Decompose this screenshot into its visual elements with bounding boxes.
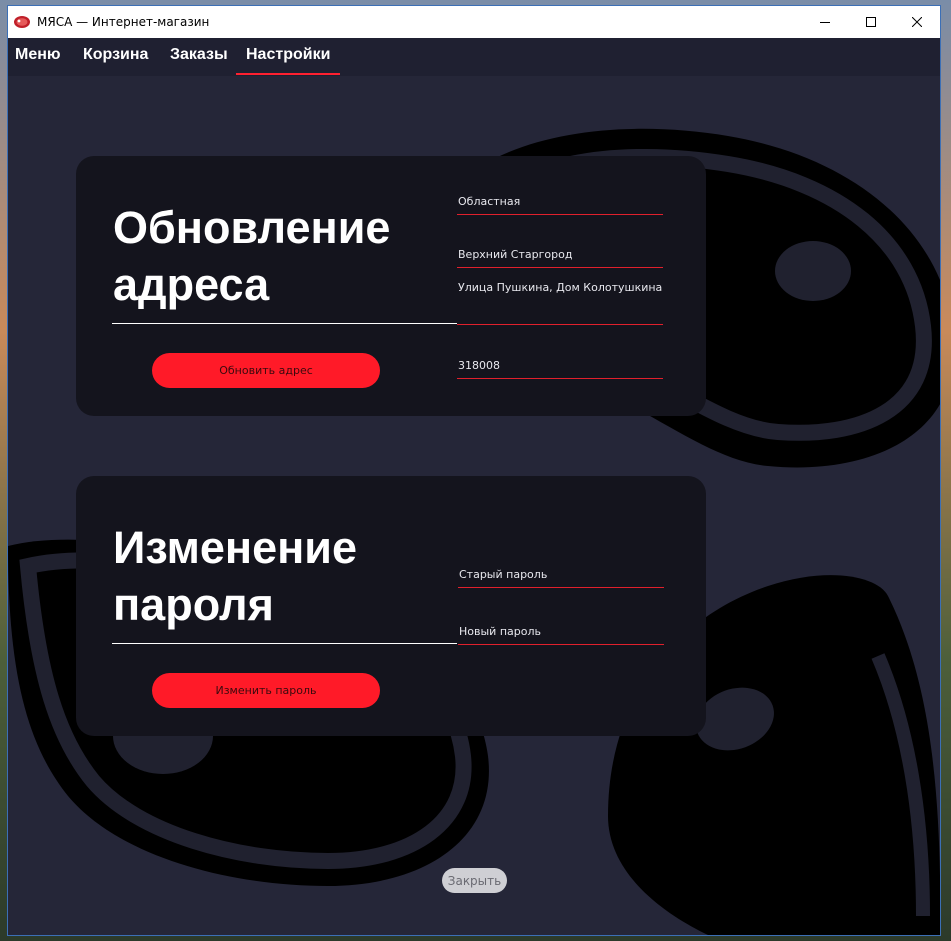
minimize-button[interactable] — [802, 6, 848, 38]
title-divider — [112, 323, 457, 324]
tab-settings[interactable]: Настройки — [235, 46, 341, 75]
tab-menu[interactable]: Меню — [15, 46, 61, 64]
title-divider — [112, 643, 457, 644]
region-field[interactable]: Областная — [457, 194, 663, 215]
app-window: МЯСА — Интернет-магазин Меню Корзина Зак… — [8, 6, 940, 935]
title-bar[interactable]: МЯСА — Интернет-магазин — [8, 6, 940, 38]
tab-orders[interactable]: Заказы — [170, 46, 228, 64]
maximize-button[interactable] — [848, 6, 894, 38]
address-card: Обновление адреса Обновить адрес Областн… — [76, 156, 706, 416]
close-icon — [912, 17, 922, 27]
change-password-button[interactable]: Изменить пароль — [152, 673, 380, 708]
postcode-field[interactable]: 318008 — [457, 358, 663, 379]
close-window-button[interactable] — [894, 6, 940, 38]
password-card: Изменение пароля Изменить пароль Старый … — [76, 476, 706, 736]
meat-logo-icon — [13, 14, 31, 30]
close-button[interactable]: Закрыть — [442, 868, 507, 893]
password-card-title: Изменение пароля — [113, 522, 357, 630]
tab-cart[interactable]: Корзина — [83, 46, 148, 64]
city-field[interactable]: Верхний Старгород — [457, 247, 663, 268]
minimize-icon — [820, 22, 830, 23]
update-address-button[interactable]: Обновить адрес — [152, 353, 380, 388]
new-password-field[interactable]: Новый пароль — [458, 624, 664, 645]
old-password-field[interactable]: Старый пароль — [458, 567, 664, 588]
settings-page: Обновление адреса Обновить адрес Областн… — [8, 76, 940, 935]
window-title: МЯСА — Интернет-магазин — [37, 15, 210, 29]
street-field[interactable]: Улица Пушкина, Дом Колотушкина — [457, 280, 663, 325]
address-card-title: Обновление адреса — [113, 202, 391, 310]
nav-bar: Меню Корзина Заказы Настройки — [8, 38, 940, 77]
maximize-icon — [866, 17, 876, 27]
